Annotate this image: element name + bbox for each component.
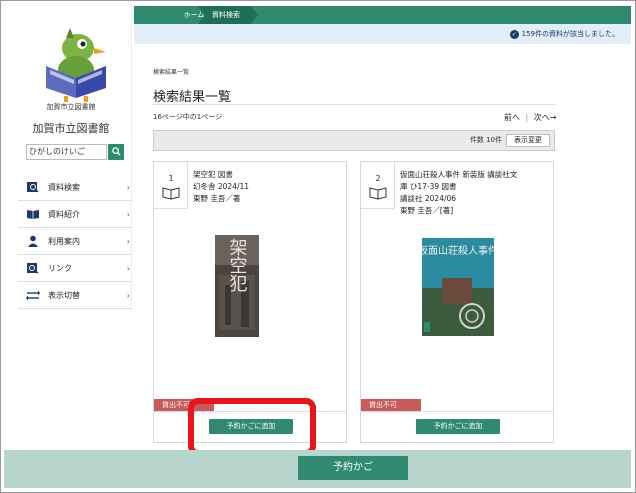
bottom-bar: 予約かご xyxy=(4,450,631,488)
search-book-icon xyxy=(27,182,39,193)
book-author-line: 東野 圭吾／[著] xyxy=(400,206,454,215)
breadcrumb-bar: ホーム 資料検索 xyxy=(134,6,631,24)
result-number: 1 xyxy=(168,174,174,183)
book-icon xyxy=(162,187,180,200)
book-icon xyxy=(369,187,387,200)
person-icon xyxy=(28,235,38,247)
chevron-right-icon: › xyxy=(126,236,130,246)
page-title: 検索結果一覧 xyxy=(153,90,232,105)
sidebar-item-links[interactable]: リンク › xyxy=(18,255,132,282)
book-title-line[interactable]: 庫 ひ17-39 図書 xyxy=(400,181,550,193)
link-icon xyxy=(27,263,39,274)
display-change-button[interactable]: 表示変更 xyxy=(506,134,550,147)
divider xyxy=(361,208,394,209)
result-count: 件数 10件 xyxy=(469,136,502,144)
chevron-right-icon: › xyxy=(126,209,130,219)
sidebar-item-label: リンク xyxy=(48,263,72,273)
open-book-icon xyxy=(27,210,39,219)
notice-text: 159件の資料が該当しました。 xyxy=(521,30,619,38)
divider xyxy=(394,162,395,208)
book-cover[interactable]: 仮面山荘殺人事件 xyxy=(422,238,494,336)
book-title-line[interactable]: 仮面山荘殺人事件 新装版 講談社文 xyxy=(400,169,550,181)
book-author-line: 東野 圭吾／著 xyxy=(193,194,241,203)
book-title-line[interactable]: 架空犯 図書 xyxy=(193,169,343,181)
cover-title: 架空犯 xyxy=(227,238,248,293)
library-name[interactable]: 加賀市立図書館 xyxy=(10,120,132,136)
cover-title: 仮面山荘殺人事件 xyxy=(422,244,494,257)
search-icon xyxy=(111,147,121,156)
sidebar-item-display-toggle[interactable]: 表示切替 › xyxy=(18,282,132,309)
next-link[interactable]: 次へ→ xyxy=(534,113,557,122)
sidebar-item-search[interactable]: 資料検索 › xyxy=(18,174,132,201)
result-notice: ✓ 159件の資料が該当しました。 xyxy=(134,24,631,44)
reservation-cart-button[interactable]: 予約かご xyxy=(298,456,408,480)
swap-arrows-icon xyxy=(26,290,40,301)
logo-caption: 加賀市立図書館 xyxy=(46,103,96,111)
result-card[interactable]: 2 仮面山荘殺人事件 新装版 講談社文 庫 ひ17-39 図書 講談社 2024… xyxy=(360,161,554,443)
sub-breadcrumb: 検索結果一覧 xyxy=(153,69,190,76)
check-circle-icon: ✓ xyxy=(509,29,519,39)
sidebar: 加賀市立図書館 加賀市立図書館 ひがしのけいご 資料検索 › 資料紹介 › 利用… xyxy=(10,6,132,311)
results-toolbar: 件数 10件 表示変更 xyxy=(153,130,555,151)
result-number: 2 xyxy=(375,174,381,183)
breadcrumb-current[interactable]: 資料検索 xyxy=(198,6,258,24)
search-input[interactable]: ひがしのけいご xyxy=(26,144,107,160)
divider xyxy=(361,411,553,412)
book-publisher-line: 講談社 2024/06 xyxy=(400,194,457,203)
prev-link[interactable]: 前へ xyxy=(504,113,520,122)
sidebar-item-guide[interactable]: 利用案内 › xyxy=(18,228,132,255)
highlight-annotation xyxy=(188,398,316,456)
chevron-right-icon: › xyxy=(126,263,130,273)
divider xyxy=(153,104,555,105)
add-to-reservation-cart-button[interactable]: 予約かごに追加 xyxy=(416,419,500,434)
book-cover[interactable]: 架空犯 xyxy=(215,235,259,337)
pager: 前へ | 次へ→ xyxy=(504,113,557,122)
sidebar-item-label: 資料検索 xyxy=(48,182,80,192)
book-info[interactable]: 架空犯 図書 幻冬舎 2024/11 東野 圭吾／著 xyxy=(193,169,343,205)
search-button[interactable] xyxy=(108,144,124,160)
divider xyxy=(187,162,188,208)
chevron-right-icon: › xyxy=(126,290,130,300)
library-mascot-logo[interactable] xyxy=(40,26,110,104)
chevron-right-icon: › xyxy=(126,182,130,192)
divider xyxy=(154,208,187,209)
book-publisher-line: 幻冬舎 2024/11 xyxy=(193,182,250,191)
book-info[interactable]: 仮面山荘殺人事件 新装版 講談社文 庫 ひ17-39 図書 講談社 2024/0… xyxy=(400,169,550,217)
sidebar-item-label: 表示切替 xyxy=(48,290,80,300)
sidebar-menu: 資料検索 › 資料紹介 › 利用案内 › リンク › 表示切替 › xyxy=(18,174,132,309)
page-info: 16ページ中の1ページ xyxy=(153,113,223,121)
sidebar-item-label: 利用案内 xyxy=(48,236,80,246)
sidebar-item-label: 資料紹介 xyxy=(48,209,80,219)
sidebar-item-introduction[interactable]: 資料紹介 › xyxy=(18,201,132,228)
